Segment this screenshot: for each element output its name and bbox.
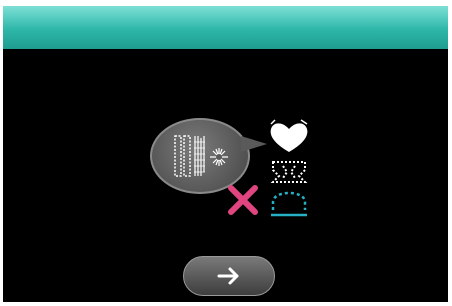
screen [3,6,448,302]
outline-motif-icon [270,161,308,183]
embroidery-motifs [270,119,308,217]
next-button[interactable] [183,256,275,296]
arc-motif-icon [271,191,307,217]
speech-bubble-tail [241,136,267,152]
title-bar [3,6,448,49]
arrow-right-icon [217,267,239,285]
cross-icon [228,185,258,215]
heart-motif-icon [270,119,308,152]
stitch-patterns-icon [174,135,228,177]
